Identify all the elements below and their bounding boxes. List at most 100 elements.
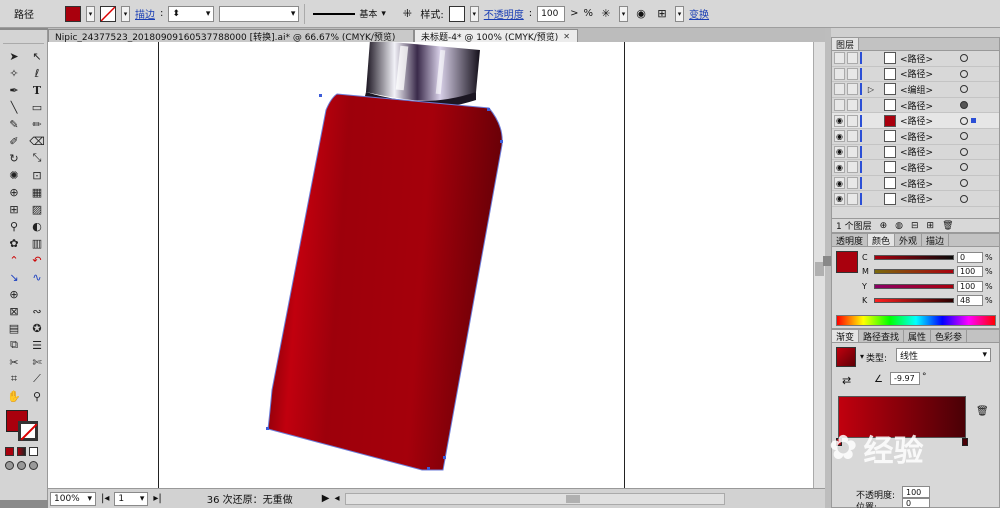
blend-tool-icon[interactable]: ◐ <box>27 218 47 234</box>
clipping-mask-icon[interactable]: ◍ <box>895 221 903 231</box>
anchor-point[interactable] <box>487 108 490 111</box>
rotate-tool-icon[interactable]: ↻ <box>4 150 24 166</box>
lock-toggle[interactable] <box>847 130 858 143</box>
anchor-point[interactable] <box>266 427 269 430</box>
blob-brush-tool-icon[interactable]: ✐ <box>4 133 24 149</box>
angle-input[interactable]: -9.97 <box>890 372 920 385</box>
grid-icon[interactable]: ⁜ <box>399 6 415 22</box>
lock-toggle[interactable] <box>847 145 858 158</box>
draw-normal-button[interactable] <box>5 461 14 470</box>
bar-tool-icon[interactable]: ☰ <box>27 337 47 353</box>
close-tab-icon[interactable]: ✕ <box>563 32 570 41</box>
align-icon[interactable]: ⊞ <box>654 6 670 22</box>
scissors-tool-icon[interactable]: ✄ <box>27 354 47 370</box>
magic-wand-tool-icon[interactable]: ✧ <box>4 65 24 81</box>
live-paint-tool-icon[interactable]: ✪ <box>27 320 47 336</box>
yellow-value[interactable]: 100 <box>957 280 983 292</box>
delete-stop-icon[interactable]: 🗑 <box>976 406 989 417</box>
fill-dropdown[interactable]: ▾ <box>86 5 95 22</box>
cyan-slider[interactable]: C 0 % <box>862 250 993 265</box>
visibility-eye-icon[interactable] <box>834 67 845 80</box>
target-circle-icon[interactable] <box>960 116 968 125</box>
draw-inside-button[interactable] <box>29 461 38 470</box>
paintbrush-tool-icon[interactable]: ✎ <box>4 116 24 132</box>
globe-icon[interactable]: ◉ <box>633 6 649 22</box>
layer-name[interactable]: <路径> <box>900 192 950 205</box>
print-tiling-tool-icon[interactable]: ⧉ <box>4 337 24 353</box>
target-circle-icon[interactable] <box>960 101 968 110</box>
layer-name[interactable]: <编组> <box>900 83 950 96</box>
slice-tool-icon[interactable]: ∾ <box>27 303 47 319</box>
horizontal-scrollbar[interactable] <box>344 492 725 505</box>
target-circle-icon[interactable] <box>960 179 968 188</box>
target-circle-icon[interactable] <box>960 85 968 94</box>
fill-stroke-widget[interactable] <box>4 410 44 444</box>
expand-arrow-icon[interactable]: ▷ <box>862 85 880 94</box>
layer-name[interactable]: <路径> <box>900 130 950 143</box>
recolor-dropdown[interactable]: ▾ <box>619 5 629 22</box>
black-value[interactable]: 48 <box>957 295 983 307</box>
visibility-eye-icon[interactable]: ◉ <box>834 130 845 143</box>
panel-grip[interactable] <box>3 36 44 44</box>
gradient-preview-swatch[interactable] <box>836 347 856 367</box>
artboard-canvas[interactable] <box>48 42 825 488</box>
tab-color[interactable]: 颜色 <box>868 234 896 247</box>
layer-row[interactable]: <路径> <box>832 67 999 83</box>
target-circle-icon[interactable] <box>960 132 968 141</box>
color-mode-button[interactable] <box>5 447 14 456</box>
eyedropper-tool-icon[interactable]: ⚲ <box>4 218 24 234</box>
tab-layers[interactable]: 图层 <box>832 38 860 51</box>
anchor-point-tool-icon[interactable]: ⌃ <box>4 252 24 268</box>
knife-tool-icon[interactable]: ✂ <box>4 354 24 370</box>
tab-transparency[interactable]: 透明度 <box>832 234 869 247</box>
visibility-eye-icon[interactable]: ◉ <box>834 114 845 127</box>
opacity-link[interactable]: 不透明度 <box>484 6 524 21</box>
stroke-color-swatch[interactable] <box>100 5 116 22</box>
lock-toggle[interactable] <box>847 99 858 112</box>
layer-row[interactable]: ◉ <路径> <box>832 160 999 176</box>
target-circle-icon[interactable] <box>960 147 968 156</box>
target-circle-icon[interactable] <box>960 69 968 78</box>
symbolism-tool-icon[interactable]: ⊕ <box>4 286 24 302</box>
none-mode-button[interactable] <box>29 447 38 456</box>
graphic-style-swatch[interactable] <box>448 5 465 22</box>
opacity-arrow[interactable]: > <box>570 8 578 19</box>
magenta-slider[interactable]: M 100 % <box>862 265 993 280</box>
free-transform-tool-icon[interactable]: ⊡ <box>27 167 47 183</box>
layer-name[interactable]: <路径> <box>900 52 950 65</box>
visibility-eye-icon[interactable] <box>834 99 845 112</box>
pencil-tool-icon[interactable]: ✏ <box>27 116 47 132</box>
lock-toggle[interactable] <box>847 114 858 127</box>
slice-select-tool-icon[interactable]: ⟋ <box>27 371 47 387</box>
layer-name[interactable]: <路径> <box>900 67 950 80</box>
layer-name[interactable]: <路径> <box>900 161 950 174</box>
selection-tool-icon[interactable]: ➤ <box>4 48 24 64</box>
recolor-icon[interactable]: ✳ <box>598 6 614 22</box>
target-circle-icon[interactable] <box>960 194 968 203</box>
locate-object-icon[interactable]: ⊕ <box>880 221 888 231</box>
lock-toggle[interactable] <box>847 161 858 174</box>
draw-behind-button[interactable] <box>17 461 26 470</box>
layer-name[interactable]: <路径> <box>900 177 950 190</box>
anchor-point[interactable] <box>427 467 430 470</box>
gradient-stop-right[interactable] <box>962 438 968 446</box>
visibility-eye-icon[interactable] <box>834 83 845 96</box>
tab-document-1[interactable]: Nipic_24377523_20180909160537788000 [转换]… <box>48 29 414 42</box>
line-tool-icon[interactable]: ╲ <box>4 99 24 115</box>
gradient-tool-icon[interactable]: ▨ <box>27 201 47 217</box>
black-slider[interactable]: K 48 % <box>862 294 993 309</box>
gradient-mode-button[interactable] <box>17 447 26 456</box>
layer-row[interactable]: <路径> <box>832 98 999 114</box>
bottle-body[interactable] <box>266 93 503 471</box>
warp-tool-icon[interactable]: ✺ <box>4 167 24 183</box>
layer-row[interactable]: ◉ <路径> <box>832 176 999 192</box>
tab-appearance[interactable]: 外观 <box>895 234 923 247</box>
lasso-tool-icon[interactable]: ℓ <box>27 65 47 81</box>
shape-builder-tool-icon[interactable]: ⊕ <box>4 184 24 200</box>
color-spectrum[interactable] <box>836 315 996 326</box>
layer-row[interactable]: ◉ <路径> <box>832 113 999 129</box>
curve-tool-icon[interactable]: ↶ <box>27 252 47 268</box>
anchor-point[interactable] <box>443 456 446 459</box>
layer-row[interactable]: <路径> <box>832 51 999 67</box>
delete-layer-icon[interactable]: 🗑 <box>942 221 953 231</box>
